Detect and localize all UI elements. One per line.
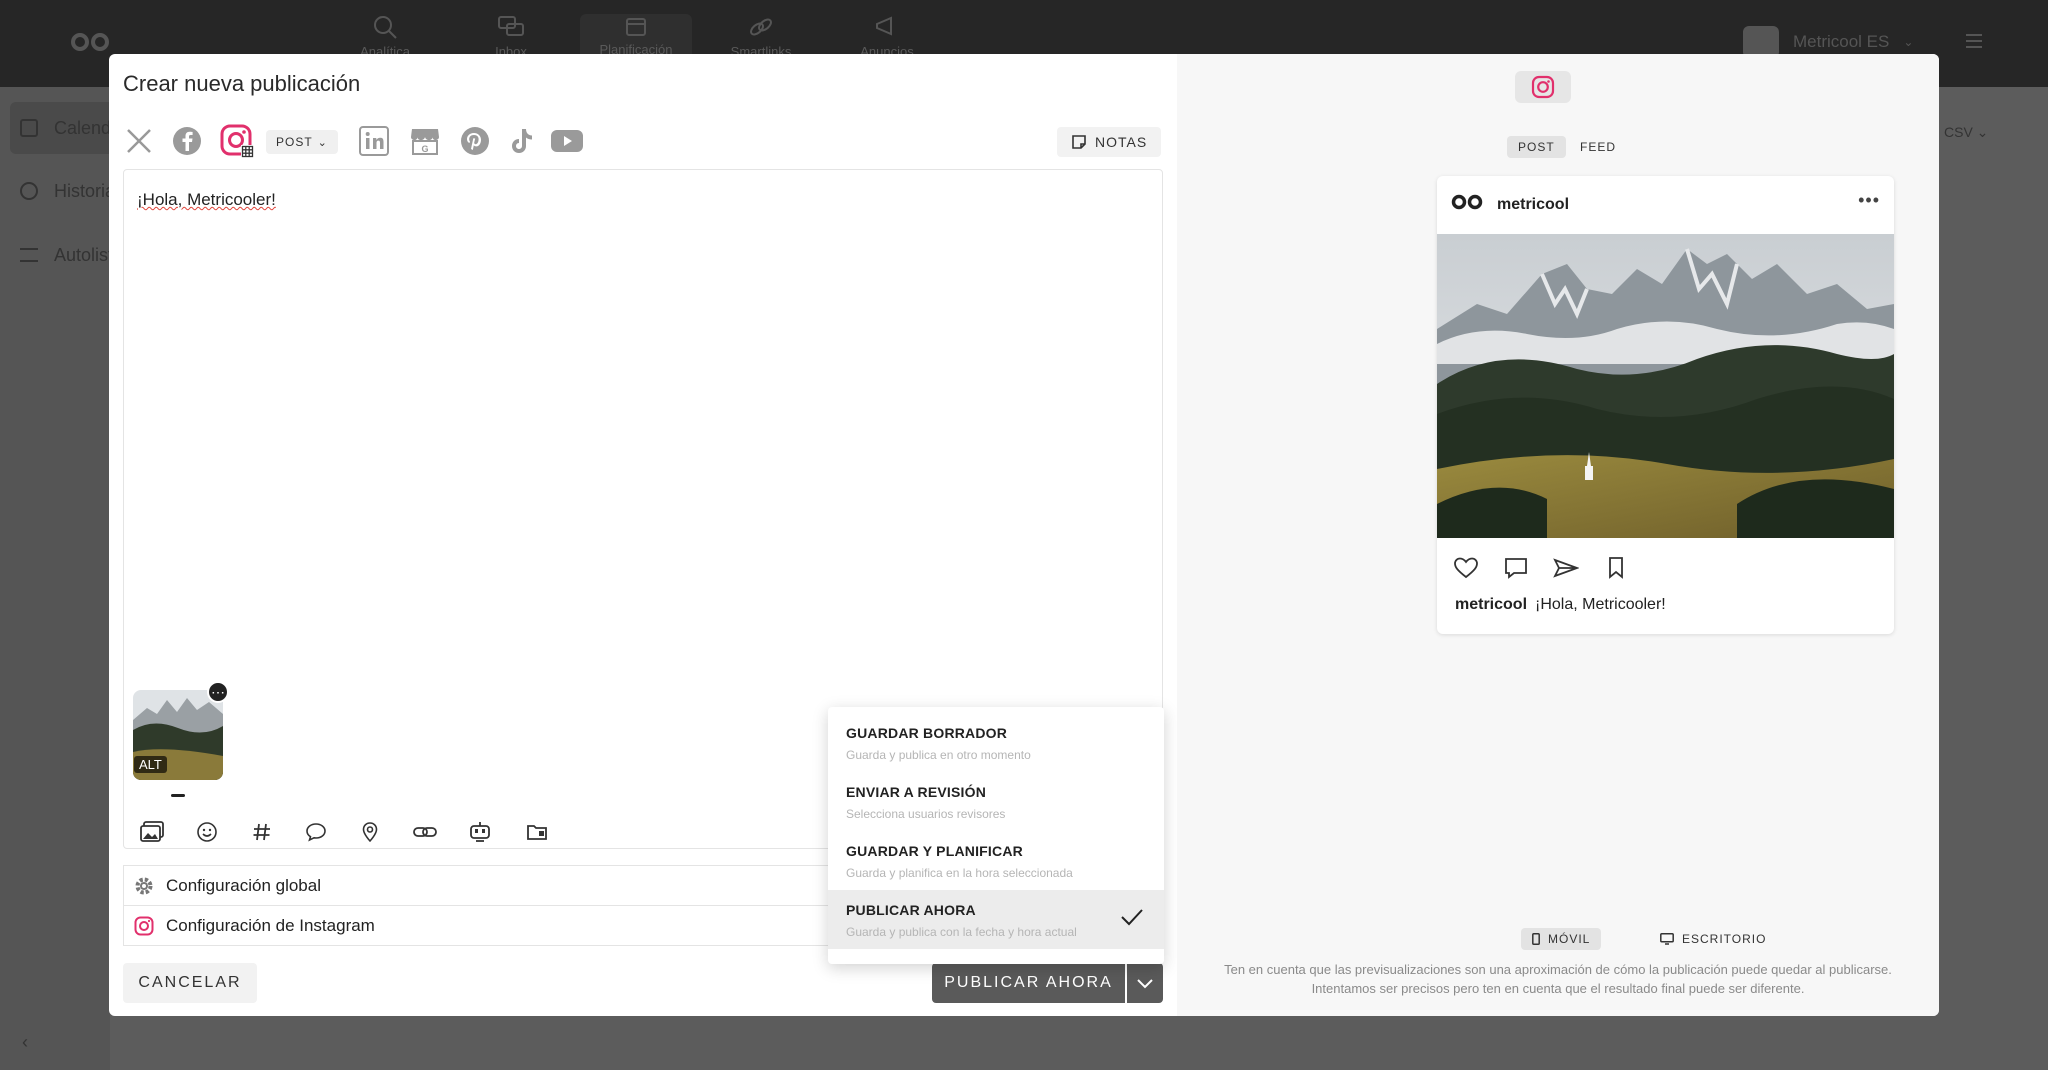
youtube-icon[interactable] [549, 123, 585, 159]
menu-item-save-draft[interactable]: GUARDAR BORRADOR Guarda y publica en otr… [828, 713, 1164, 772]
publish-options-toggle[interactable] [1127, 963, 1163, 1003]
megaphone-icon [876, 16, 892, 36]
list-icon [20, 248, 38, 262]
sidebar: Calendario Historial Autolistas [0, 87, 150, 1070]
chevron-down-icon [1137, 979, 1153, 989]
preview-network-tab-instagram[interactable] [1515, 71, 1571, 103]
hashtag-icon[interactable] [248, 818, 276, 846]
x-twitter-icon[interactable] [121, 123, 157, 159]
bookmark-icon[interactable] [1601, 553, 1631, 583]
emoji-icon[interactable] [193, 818, 221, 846]
pinterest-icon[interactable] [457, 123, 493, 159]
instagram-icon [134, 916, 154, 935]
preview-disclaimer: Ten en cuenta que las previsualizaciones… [1197, 960, 1919, 998]
folder-icon[interactable] [523, 818, 551, 846]
menu-item-send-review[interactable]: ENVIAR A REVISIÓN Selecciona usuarios re… [828, 772, 1164, 831]
tiktok-icon[interactable] [504, 123, 540, 159]
chevron-down-icon: ⌄ [1903, 35, 1914, 49]
post-type-label: POST [276, 135, 313, 149]
ai-assistant-icon[interactable] [466, 818, 494, 846]
menu-item-publish-now[interactable]: PUBLICAR AHORA Guarda y publica con la f… [828, 890, 1164, 949]
editor-textarea[interactable]: ¡Hola, Metricooler! [137, 190, 276, 210]
chat-icon [498, 16, 524, 36]
device-tab-desktop[interactable]: ESCRITORIO [1649, 928, 1777, 950]
menu-item-description: Guarda y planifica en la hora selecciona… [846, 866, 1073, 880]
publish-options-menu: GUARDAR BORRADOR Guarda y publica en otr… [828, 707, 1164, 964]
note-icon [1072, 135, 1086, 149]
link-icon[interactable] [411, 818, 439, 846]
device-tab-mobile[interactable]: MÓVIL [1521, 928, 1602, 950]
caption-username: metricool [1455, 596, 1528, 613]
google-business-icon[interactable]: G [407, 123, 443, 159]
device-tab-label: ESCRITORIO [1682, 932, 1767, 946]
menu-item-label: GUARDAR BORRADOR [846, 725, 1008, 741]
alt-label: ALT [139, 757, 162, 772]
cancel-label: CANCELAR [138, 974, 242, 991]
menu-item-label: GUARDAR Y PLANIFICAR [846, 843, 1023, 859]
disclaimer-line: Intentamos ser precisos pero ten en cuen… [1311, 981, 1805, 996]
tab-label: POST [1518, 140, 1555, 154]
more-options-icon[interactable]: ••• [1858, 190, 1880, 211]
facebook-icon[interactable] [169, 123, 205, 159]
calendar-icon [20, 119, 38, 137]
preview-tab-feed[interactable]: FEED [1569, 136, 1627, 158]
caption-text: ¡Hola, Metricooler! [1535, 596, 1666, 613]
tab-label: FEED [1580, 140, 1617, 154]
account-name: Metricool ES [1793, 32, 1890, 51]
menu-item-save-schedule[interactable]: GUARDAR Y PLANIFICAR Guarda y planifica … [828, 831, 1164, 890]
instagram-config-label: Configuración de Instagram [166, 915, 375, 935]
preview-panel: POST FEED metricool ••• metricool ¡Hola,… [1177, 54, 1939, 1016]
share-icon[interactable] [1551, 553, 1581, 583]
device-tab-label: MÓVIL [1548, 932, 1591, 946]
instagram-post-preview: metricool ••• metricool ¡Hola, Metricool… [1437, 176, 1894, 634]
media-library-icon[interactable] [138, 818, 166, 846]
media-options-icon[interactable]: ⋯ [207, 681, 229, 703]
metricool-logo [1451, 194, 1483, 210]
notes-button[interactable]: NOTAS [1057, 127, 1162, 157]
modal-title: Crear nueva publicación [123, 71, 361, 96]
first-comment-icon[interactable] [302, 818, 330, 846]
notes-label: NOTAS [1095, 134, 1148, 150]
location-icon[interactable] [356, 818, 384, 846]
media-selected-indicator [171, 794, 185, 797]
menu-item-label: PUBLICAR AHORA [846, 902, 976, 918]
menu-item-description: Guarda y publica con la fecha y hora act… [846, 925, 1077, 939]
disclaimer-line: Ten en cuenta que las previsualizaciones… [1224, 962, 1892, 977]
metricool-logo[interactable] [70, 32, 110, 52]
comment-icon[interactable] [1501, 553, 1531, 583]
linkedin-icon[interactable] [356, 123, 392, 159]
preview-tab-post[interactable]: POST [1507, 136, 1566, 158]
menu-item-description: Selecciona usuarios revisores [846, 807, 1006, 821]
publish-now-button[interactable]: PUBLICAR AHORA [932, 963, 1125, 1003]
desktop-icon [1660, 933, 1674, 945]
menu-item-label: ENVIAR A REVISIÓN [846, 784, 987, 800]
create-post-modal: Crear nueva publicación POST ⌄ G NOTAS ¡… [109, 54, 1939, 1016]
editor-text-content: ¡Hola, Metricooler! [137, 190, 276, 209]
post-type-select[interactable]: POST ⌄ [266, 130, 338, 154]
publish-label: PUBLICAR AHORA [944, 974, 1113, 991]
csv-label: CSV [1944, 124, 1973, 140]
global-config-label: Configuración global [166, 875, 321, 895]
csv-button[interactable]: CSV ⌄ [1944, 124, 1988, 141]
menu-icon[interactable] [1966, 34, 1982, 48]
gear-icon [135, 877, 153, 894]
mobile-icon [1532, 933, 1540, 945]
preview-username: metricool [1497, 196, 1570, 213]
check-icon [1121, 909, 1143, 926]
history-icon [20, 182, 38, 200]
cancel-button[interactable]: CANCELAR [123, 963, 257, 1003]
instagram-icon [1531, 75, 1555, 99]
preview-image [1437, 234, 1894, 538]
calendar-icon [626, 18, 646, 36]
like-icon[interactable] [1451, 553, 1481, 583]
instagram-icon[interactable] [219, 123, 255, 159]
link-icon [750, 18, 772, 36]
collapse-sidebar-icon[interactable]: ‹ [22, 1032, 28, 1053]
chevron-down-icon: ⌄ [317, 136, 328, 149]
alt-text-badge[interactable]: ALT [134, 756, 167, 773]
analytics-icon [374, 16, 397, 39]
preview-caption: metricool ¡Hola, Metricooler! [1455, 596, 1666, 614]
menu-item-description: Guarda y publica en otro momento [846, 748, 1031, 762]
svg-text:G: G [421, 144, 428, 154]
